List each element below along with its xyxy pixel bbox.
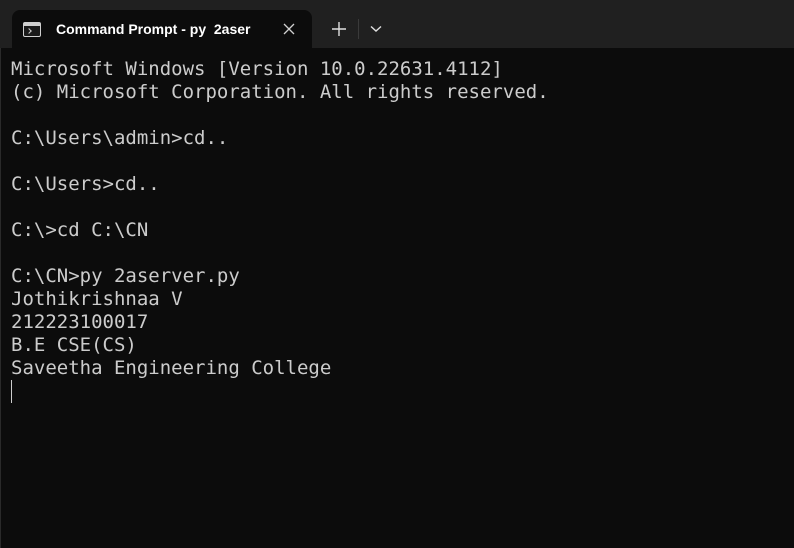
terminal-cursor-line [11, 380, 794, 403]
terminal-output[interactable]: Microsoft Windows [Version 10.0.22631.41… [0, 48, 794, 548]
toolbar-divider [358, 19, 359, 39]
terminal-line: (c) Microsoft Corporation. All rights re… [11, 81, 549, 103]
terminal-line: Microsoft Windows [Version 10.0.22631.41… [11, 58, 503, 80]
new-tab-button[interactable] [323, 14, 355, 44]
plus-icon [332, 22, 346, 36]
tab-close-button[interactable] [274, 14, 304, 44]
terminal-line: C:\>cd C:\CN [11, 219, 149, 241]
chevron-down-icon [370, 25, 382, 32]
terminal-line: C:\Users\admin>cd.. [11, 127, 229, 149]
terminal-line: C:\CN>py 2aserver.py [11, 265, 240, 287]
tab-dropdown-button[interactable] [361, 14, 391, 44]
terminal-line: C:\Users>cd.. [11, 173, 160, 195]
text-cursor [11, 380, 12, 403]
title-bar: Command Prompt - py 2aser [0, 0, 794, 48]
terminal-line: Saveetha Engineering College [11, 357, 332, 379]
terminal-icon [23, 21, 41, 37]
tab-title: Command Prompt - py 2aser [56, 21, 251, 37]
tab-command-prompt[interactable]: Command Prompt - py 2aser [12, 10, 312, 48]
close-icon [283, 23, 295, 35]
terminal-line: 212223100017 [11, 311, 149, 333]
terminal-line: Jothikrishnaa V [11, 288, 183, 310]
terminal-line: B.E CSE(CS) [11, 334, 137, 356]
